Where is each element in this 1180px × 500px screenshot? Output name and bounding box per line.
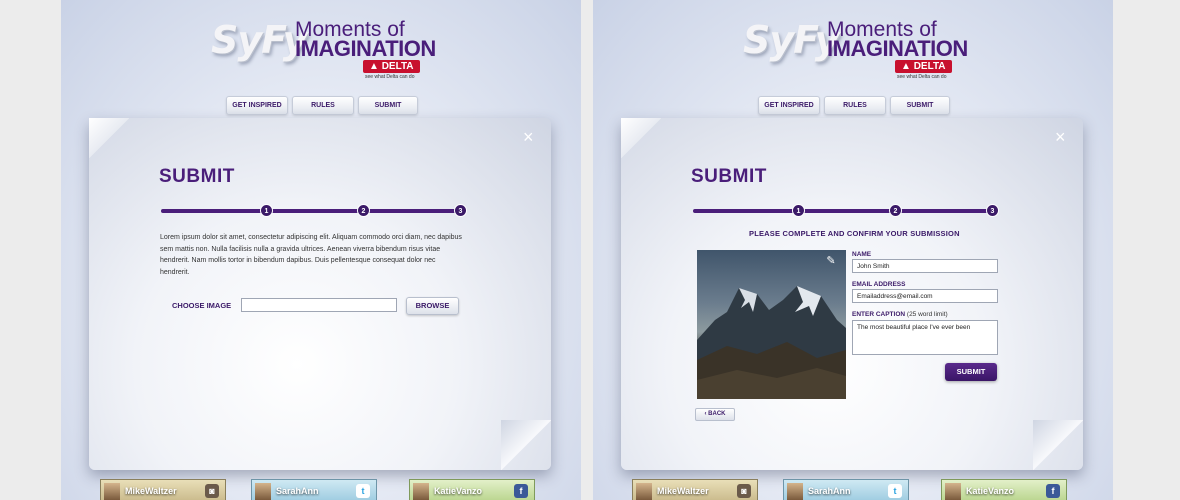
delta-tagline: see what Delta can do xyxy=(365,74,415,80)
nav-rules[interactable]: RULES xyxy=(292,96,354,115)
step-1: 1 xyxy=(792,204,805,217)
delta-logo: ▲ DELTA xyxy=(363,60,420,73)
caption-label: ENTER CAPTION (25 word limit) xyxy=(852,311,948,318)
mountain-image xyxy=(697,286,846,399)
avatar xyxy=(787,483,803,500)
confirm-heading: PLEASE COMPLETE AND CONFIRM YOUR SUBMISS… xyxy=(749,229,960,238)
nav-rules[interactable]: RULES xyxy=(824,96,886,115)
gallery-tile[interactable]: MikeWaltzer ◙ xyxy=(632,479,758,500)
progress-track xyxy=(693,209,993,213)
tile-username: MikeWaltzer xyxy=(657,486,709,496)
main-nav: GET INSPIRED RULES SUBMIT xyxy=(226,96,418,115)
gallery-tile[interactable]: KatieVanzo f xyxy=(409,479,535,500)
gallery-tile[interactable]: SarahAnn t xyxy=(251,479,377,500)
avatar xyxy=(255,483,271,500)
email-field[interactable] xyxy=(852,289,998,303)
submitted-photo xyxy=(697,250,846,399)
submit-step-three-panel: SyFy Moments of IMAGINATION ▲ DELTA see … xyxy=(593,0,1113,500)
twitter-icon: t xyxy=(888,484,902,498)
page-curl-top-left xyxy=(89,118,129,158)
step-progress: 1 2 3 xyxy=(161,204,467,218)
step-progress: 1 2 3 xyxy=(693,204,999,218)
avatar xyxy=(945,483,961,500)
step-3: 3 xyxy=(454,204,467,217)
delta-tagline: see what Delta can do xyxy=(897,74,947,80)
email-label: EMAIL ADDRESS xyxy=(852,281,906,288)
caption-label-text: ENTER CAPTION xyxy=(852,311,906,318)
syfy-delta-logo: SyFy Moments of IMAGINATION ▲ DELTA see … xyxy=(211,14,441,84)
step-2: 2 xyxy=(889,204,902,217)
caption-field[interactable]: The most beautiful place I've ever been xyxy=(852,320,998,355)
close-icon[interactable]: × xyxy=(1055,128,1066,146)
tile-username: SarahAnn xyxy=(808,486,851,496)
main-nav: GET INSPIRED RULES SUBMIT xyxy=(758,96,950,115)
nav-submit[interactable]: SUBMIT xyxy=(358,96,418,115)
edit-icon[interactable]: ✎ xyxy=(824,254,838,268)
syfy-logo-text: SyFy xyxy=(211,18,307,62)
instagram-icon: ◙ xyxy=(205,484,219,498)
delta-logo: ▲ DELTA xyxy=(895,60,952,73)
gallery-tile[interactable]: SarahAnn t xyxy=(783,479,909,500)
nav-get-inspired[interactable]: GET INSPIRED xyxy=(758,96,820,115)
nav-submit[interactable]: SUBMIT xyxy=(890,96,950,115)
tile-username: MikeWaltzer xyxy=(125,486,177,496)
syfy-logo-text: SyFy xyxy=(743,18,839,62)
back-button[interactable]: ‹ BACK xyxy=(695,408,735,421)
close-icon[interactable]: × xyxy=(523,128,534,146)
facebook-icon: f xyxy=(1046,484,1060,498)
browse-button[interactable]: BROWSE xyxy=(406,297,459,315)
step-3: 3 xyxy=(986,204,999,217)
back-label: BACK xyxy=(708,411,726,417)
submit-button[interactable]: SUBMIT xyxy=(945,363,997,381)
page-title: SUBMIT xyxy=(159,166,235,187)
facebook-icon: f xyxy=(514,484,528,498)
gallery-tile[interactable]: KatieVanzo f xyxy=(941,479,1067,500)
syfy-delta-logo: SyFy Moments of IMAGINATION ▲ DELTA see … xyxy=(743,14,973,84)
delta-logo-text: DELTA xyxy=(913,61,946,72)
avatar xyxy=(413,483,429,500)
step-1: 1 xyxy=(260,204,273,217)
logo-imagination-text: IMAGINATION xyxy=(827,36,968,61)
name-field[interactable] xyxy=(852,259,998,273)
tile-username: SarahAnn xyxy=(276,486,319,496)
step-2: 2 xyxy=(357,204,370,217)
intro-paragraph: Lorem ipsum dolor sit amet, consectetur … xyxy=(160,234,462,276)
twitter-icon: t xyxy=(356,484,370,498)
tile-username: KatieVanzo xyxy=(434,486,483,496)
page-curl-bottom-right xyxy=(1033,420,1083,470)
submit-step-one-panel: SyFy Moments of IMAGINATION ▲ DELTA see … xyxy=(61,0,581,500)
caption-hint: (25 word limit) xyxy=(906,311,948,318)
page-curl-top-left xyxy=(621,118,661,158)
avatar xyxy=(636,483,652,500)
instagram-icon: ◙ xyxy=(737,484,751,498)
tile-username: KatieVanzo xyxy=(966,486,1015,496)
page-curl-bottom-right xyxy=(501,420,551,470)
image-file-input[interactable] xyxy=(241,298,397,312)
choose-image-label: CHOOSE IMAGE xyxy=(172,301,232,310)
gallery-tile[interactable]: MikeWaltzer ◙ xyxy=(100,479,226,500)
progress-track xyxy=(161,209,461,213)
name-label: NAME xyxy=(852,251,872,258)
logo-imagination-text: IMAGINATION xyxy=(295,36,436,61)
delta-logo-text: DELTA xyxy=(381,61,414,72)
avatar xyxy=(104,483,120,500)
nav-get-inspired[interactable]: GET INSPIRED xyxy=(226,96,288,115)
page-title: SUBMIT xyxy=(691,166,767,187)
